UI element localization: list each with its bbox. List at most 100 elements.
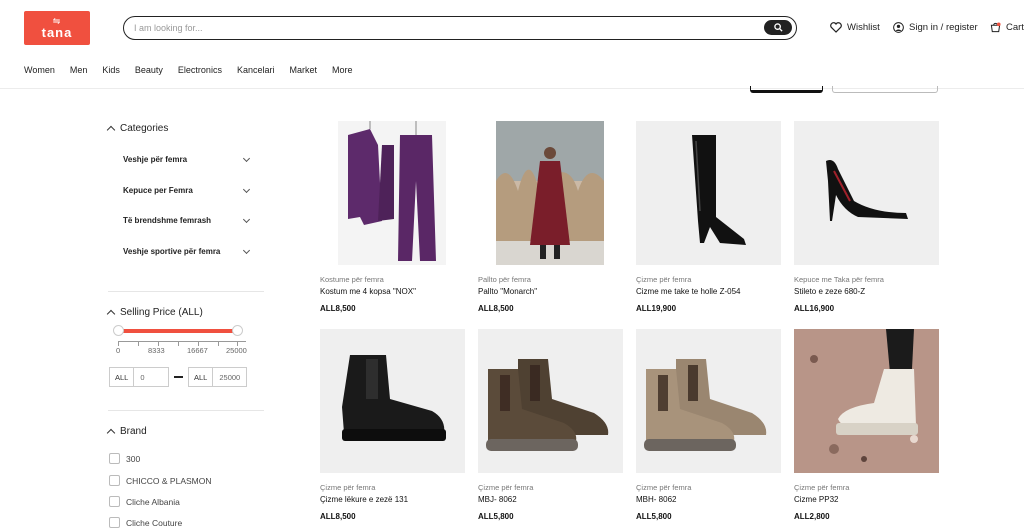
chevron-down-icon: [242, 246, 251, 254]
product-card[interactable]: Çizme për femra Çizme lëkure e zezë 131 …: [320, 329, 465, 521]
product-price: ALL2,800: [794, 512, 830, 521]
price-slider-min-handle[interactable]: [113, 325, 124, 336]
sidebar-divider: [108, 410, 264, 411]
product-name[interactable]: Kostum me 4 kopsa "NOX": [320, 287, 465, 299]
product-category: Çizme për femra: [794, 483, 850, 492]
burgundy-coat-image[interactable]: [478, 121, 623, 265]
product-name[interactable]: MBJ- 8062: [478, 495, 623, 507]
product-name[interactable]: Pallto "Monarch": [478, 287, 623, 299]
signin-link[interactable]: Sign in / register: [893, 22, 978, 33]
black-stiletto-image[interactable]: [794, 121, 939, 265]
range-dash: [174, 376, 183, 378]
purple-suit-image[interactable]: [320, 121, 465, 265]
brand-label: CHICCO & PLASMON: [126, 475, 212, 486]
product-category: Kostume për femra: [320, 275, 384, 284]
category-label: Të brendshme femrash: [123, 216, 212, 225]
nav-item-kancelari[interactable]: Kancelari: [237, 65, 275, 75]
price-title: Selling Price (ALL): [120, 307, 203, 318]
product-price: ALL8,500: [320, 512, 356, 521]
nav-item-market[interactable]: Market: [289, 65, 317, 75]
brand-label: Cliche Couture: [126, 517, 183, 528]
user-icon: [893, 22, 904, 33]
product-card[interactable]: Pallto për femra Pallto "Monarch" ALL8,5…: [478, 121, 623, 313]
product-name[interactable]: Cizme PP32: [794, 495, 939, 507]
price-slider-track[interactable]: [118, 329, 237, 333]
sidebar-divider: [108, 291, 264, 292]
product-card[interactable]: Çizme për femra Cizme PP32 ALL2,800: [794, 329, 939, 521]
search-button[interactable]: [764, 20, 792, 35]
tick-label: 25000: [226, 346, 247, 355]
nav-item-women[interactable]: Women: [24, 65, 55, 75]
product-card[interactable]: Kepuce me Taka për femra Stileto e zeze …: [794, 121, 939, 313]
checkbox[interactable]: [109, 453, 120, 464]
sort-button-primary[interactable]: [750, 86, 823, 93]
category-item[interactable]: Të brendshme femrash: [123, 215, 251, 225]
cart-icon: [990, 22, 1001, 33]
product-price: ALL5,800: [636, 512, 672, 521]
product-price: ALL8,500: [478, 304, 514, 313]
product-card[interactable]: Çizme për femra Cizme me take te holle Z…: [636, 121, 781, 313]
category-item[interactable]: Veshje sportive për femra: [123, 246, 251, 256]
brand-checkbox-item[interactable]: 300: [109, 453, 140, 464]
main-nav: Women Men Kids Beauty Electronics Kancel…: [24, 65, 368, 75]
brown-chelsea-boots-image[interactable]: [478, 329, 623, 473]
wishlist-link[interactable]: Wishlist: [830, 22, 880, 33]
product-category: Pallto për femra: [478, 275, 531, 284]
price-max-value[interactable]: 25000: [213, 373, 240, 382]
price-max-field[interactable]: ALL 25000: [188, 367, 247, 387]
brand-checkbox-item[interactable]: Cliche Albania: [109, 496, 180, 507]
nav-item-beauty[interactable]: Beauty: [135, 65, 163, 75]
product-name[interactable]: MBH- 8062: [636, 495, 781, 507]
search-input[interactable]: [134, 23, 734, 33]
product-price: ALL16,900: [794, 304, 835, 313]
signin-label: Sign in / register: [909, 22, 978, 33]
nav-item-electronics[interactable]: Electronics: [178, 65, 222, 75]
categories-header[interactable]: Categories: [106, 123, 169, 135]
sort-dropdown[interactable]: [832, 86, 938, 93]
price-slider-max-handle[interactable]: [232, 325, 243, 336]
brand-header[interactable]: Brand: [106, 426, 147, 438]
tana-logo[interactable]: ⇋ tana: [24, 11, 90, 45]
cart-link[interactable]: Cart: [990, 22, 1024, 33]
product-name[interactable]: Cizme me take te holle Z-054: [636, 287, 781, 299]
product-card[interactable]: Kostume për femra Kostum me 4 kopsa "NOX…: [320, 121, 465, 313]
checkbox[interactable]: [109, 475, 120, 486]
search-bar: [123, 16, 797, 40]
currency-label: ALL: [189, 368, 214, 386]
brand-checkbox-item[interactable]: Cliche Couture: [109, 517, 182, 528]
product-card[interactable]: Çizme për femra MBH- 8062 ALL5,800: [636, 329, 781, 521]
cream-boot-image[interactable]: [794, 329, 939, 473]
price-min-value[interactable]: 0: [134, 373, 144, 382]
category-label: Kepuce per Femra: [123, 186, 193, 195]
nav-item-more[interactable]: More: [332, 65, 353, 75]
tick-label: 8333: [148, 346, 165, 355]
wishlist-label: Wishlist: [847, 22, 880, 33]
nav-item-men[interactable]: Men: [70, 65, 88, 75]
chevron-up-icon: [106, 309, 116, 319]
currency-label: ALL: [110, 368, 135, 386]
product-name[interactable]: Stileto e zeze 680-Z: [794, 287, 939, 299]
search-icon: [773, 23, 783, 32]
category-label: Veshje sportive për femra: [123, 247, 221, 256]
tick-label: 16667: [187, 346, 208, 355]
tick-label: 0: [116, 346, 121, 355]
categories-title: Categories: [120, 123, 169, 134]
black-boot-image[interactable]: [636, 121, 781, 265]
price-header[interactable]: Selling Price (ALL): [106, 307, 203, 319]
product-category: Çizme për femra: [636, 275, 692, 284]
product-card[interactable]: Çizme për femra MBJ- 8062 ALL5,800: [478, 329, 623, 521]
cart-label: Cart: [1006, 22, 1024, 33]
heart-icon: [830, 22, 842, 33]
nav-item-kids[interactable]: Kids: [102, 65, 120, 75]
product-name[interactable]: Çizme lëkure e zezë 131: [320, 495, 465, 507]
category-item[interactable]: Veshje për femra: [123, 154, 251, 164]
brand-checkbox-item[interactable]: CHICCO & PLASMON: [109, 475, 212, 486]
price-min-field[interactable]: ALL 0: [109, 367, 169, 387]
black-chelsea-boot-image[interactable]: [320, 329, 465, 473]
product-category: Çizme për femra: [478, 483, 534, 492]
checkbox[interactable]: [109, 517, 120, 528]
checkbox[interactable]: [109, 496, 120, 507]
product-price: ALL19,900: [636, 304, 677, 313]
category-item[interactable]: Kepuce per Femra: [123, 185, 251, 195]
beige-chelsea-boots-image[interactable]: [636, 329, 781, 473]
